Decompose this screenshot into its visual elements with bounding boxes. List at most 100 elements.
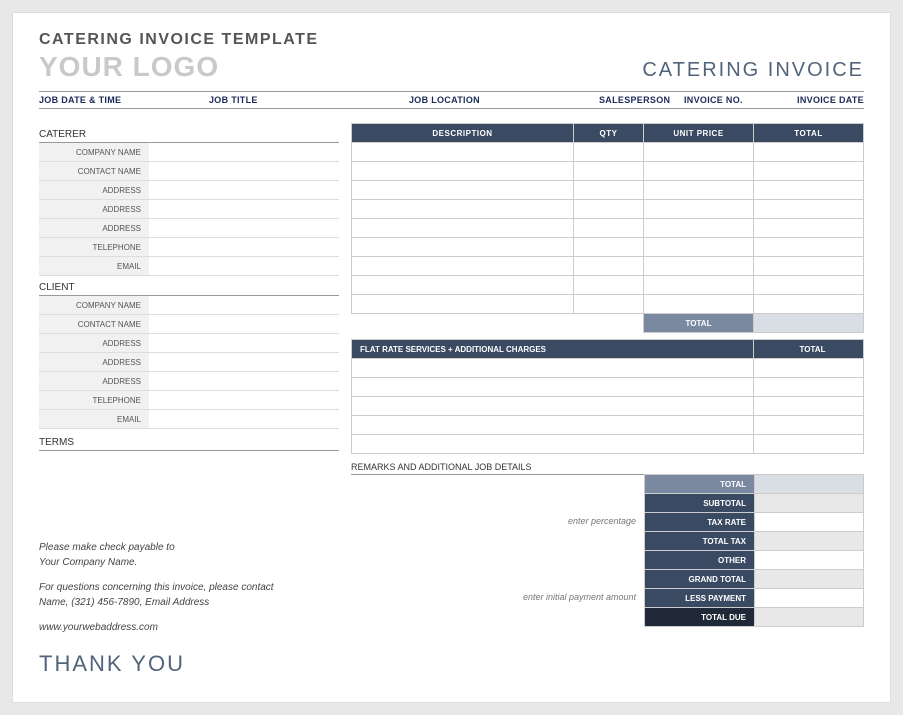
footer-questions-line2: Name, (321) 456-7890, Email Address	[39, 595, 349, 610]
client-address3-row: ADDRESS	[39, 372, 339, 391]
client-address1-row: ADDRESS	[39, 334, 339, 353]
items-total-row: TOTAL	[352, 314, 864, 333]
item-row[interactable]	[352, 276, 864, 295]
caterer-telephone-label: TELEPHONE	[39, 238, 149, 257]
meta-invoice-date: INVOICE DATE	[774, 95, 864, 105]
client-address2-input[interactable]	[149, 353, 339, 372]
caterer-company-input[interactable]	[149, 143, 339, 162]
client-email-input[interactable]	[149, 410, 339, 429]
totals-grandtotal-value	[755, 570, 864, 589]
totals-table: TOTAL SUBTOTAL TAX RATE TOTAL TAX OTHER …	[644, 474, 864, 627]
terms-label: TERMS	[39, 437, 339, 451]
client-company-input[interactable]	[149, 296, 339, 315]
meta-salesperson: SALESPERSON	[599, 95, 684, 105]
caterer-address3-label: ADDRESS	[39, 219, 149, 238]
flat-row[interactable]	[352, 359, 864, 378]
meta-job-location: JOB LOCATION	[409, 95, 599, 105]
totals-totaldue-value	[755, 608, 864, 627]
item-row[interactable]	[352, 200, 864, 219]
totals-totaltax-value	[755, 532, 864, 551]
caterer-contact-input[interactable]	[149, 162, 339, 181]
logo-placeholder: YOUR LOGO	[39, 51, 219, 83]
client-telephone-row: TELEPHONE	[39, 391, 339, 410]
caterer-address1-input[interactable]	[149, 181, 339, 200]
caterer-email-row: EMAIL	[39, 257, 339, 276]
totals-total-label: TOTAL	[645, 475, 755, 494]
items-header-unit-price: UNIT PRICE	[644, 124, 754, 143]
client-telephone-input[interactable]	[149, 391, 339, 410]
totals-lesspayment-value[interactable]	[755, 589, 864, 608]
page-title: CATERING INVOICE TEMPLATE	[39, 31, 864, 49]
totals-taxrate-value[interactable]	[755, 513, 864, 532]
client-address1-label: ADDRESS	[39, 334, 149, 353]
item-row[interactable]	[352, 143, 864, 162]
client-contact-row: CONTACT NAME	[39, 315, 339, 334]
caterer-contact-label: CONTACT NAME	[39, 162, 149, 181]
caterer-company-label: COMPANY NAME	[39, 143, 149, 162]
items-total-value	[754, 314, 864, 333]
flat-row[interactable]	[352, 416, 864, 435]
client-company-row: COMPANY NAME	[39, 296, 339, 315]
caterer-company-row: COMPANY NAME	[39, 143, 339, 162]
client-address1-input[interactable]	[149, 334, 339, 353]
client-company-label: COMPANY NAME	[39, 296, 149, 315]
hint-percentage: enter percentage	[351, 512, 636, 531]
item-row[interactable]	[352, 295, 864, 314]
totals-totaltax-label: TOTAL TAX	[645, 532, 755, 551]
caterer-address2-input[interactable]	[149, 200, 339, 219]
hint-initial-payment: enter initial payment amount	[351, 588, 636, 607]
items-table: DESCRIPTION QTY UNIT PRICE TOTAL	[351, 123, 864, 333]
client-address2-row: ADDRESS	[39, 353, 339, 372]
caterer-address2-label: ADDRESS	[39, 200, 149, 219]
totals-other-label: OTHER	[645, 551, 755, 570]
logo-row: YOUR LOGO CATERING INVOICE	[39, 51, 864, 83]
totals-subtotal-value	[755, 494, 864, 513]
items-header-description: DESCRIPTION	[352, 124, 574, 143]
catering-invoice-sheet: CATERING INVOICE TEMPLATE YOUR LOGO CATE…	[12, 12, 891, 703]
meta-job-title: JOB TITLE	[209, 95, 409, 105]
caterer-telephone-row: TELEPHONE	[39, 238, 339, 257]
client-address3-input[interactable]	[149, 372, 339, 391]
meta-job-date-time: JOB DATE & TIME	[39, 95, 209, 105]
caterer-address3-row: ADDRESS	[39, 219, 339, 238]
item-row[interactable]	[352, 257, 864, 276]
flat-rate-header: FLAT RATE SERVICES + ADDITIONAL CHARGES	[352, 340, 754, 359]
caterer-contact-row: CONTACT NAME	[39, 162, 339, 181]
caterer-email-input[interactable]	[149, 257, 339, 276]
client-contact-label: CONTACT NAME	[39, 315, 149, 334]
footer-website: www.yourwebaddress.com	[39, 620, 349, 635]
flat-row[interactable]	[352, 397, 864, 416]
footer-payable-line1: Please make check payable to	[39, 540, 349, 555]
items-header-qty: QTY	[574, 124, 644, 143]
totals-other-value[interactable]	[755, 551, 864, 570]
totals-hints: enter percentage enter initial payment a…	[351, 474, 644, 607]
totals-total-value	[755, 475, 864, 494]
document-type-heading: CATERING INVOICE	[642, 59, 864, 82]
totals-taxrate-label: TAX RATE	[645, 513, 755, 532]
footer-questions-line1: For questions concerning this invoice, p…	[39, 580, 349, 595]
totals-subtotal-label: SUBTOTAL	[645, 494, 755, 513]
thank-you: THANK YOU	[39, 647, 349, 680]
totals-totaldue-label: TOTAL DUE	[645, 608, 755, 627]
totals-lesspayment-label: LESS PAYMENT	[645, 589, 755, 608]
caterer-address1-label: ADDRESS	[39, 181, 149, 200]
client-section-label: CLIENT	[39, 282, 339, 296]
flat-row[interactable]	[352, 378, 864, 397]
item-row[interactable]	[352, 219, 864, 238]
client-address2-label: ADDRESS	[39, 353, 149, 372]
flat-rate-total-header: TOTAL	[754, 340, 864, 359]
client-contact-input[interactable]	[149, 315, 339, 334]
flat-row[interactable]	[352, 435, 864, 454]
item-row[interactable]	[352, 238, 864, 257]
item-row[interactable]	[352, 181, 864, 200]
caterer-address1-row: ADDRESS	[39, 181, 339, 200]
client-address3-label: ADDRESS	[39, 372, 149, 391]
caterer-section-label: CATERER	[39, 129, 339, 143]
item-row[interactable]	[352, 162, 864, 181]
caterer-telephone-input[interactable]	[149, 238, 339, 257]
client-email-row: EMAIL	[39, 410, 339, 429]
totals-grandtotal-label: GRAND TOTAL	[645, 570, 755, 589]
flat-rate-table: FLAT RATE SERVICES + ADDITIONAL CHARGES …	[351, 339, 864, 454]
caterer-address2-row: ADDRESS	[39, 200, 339, 219]
caterer-address3-input[interactable]	[149, 219, 339, 238]
